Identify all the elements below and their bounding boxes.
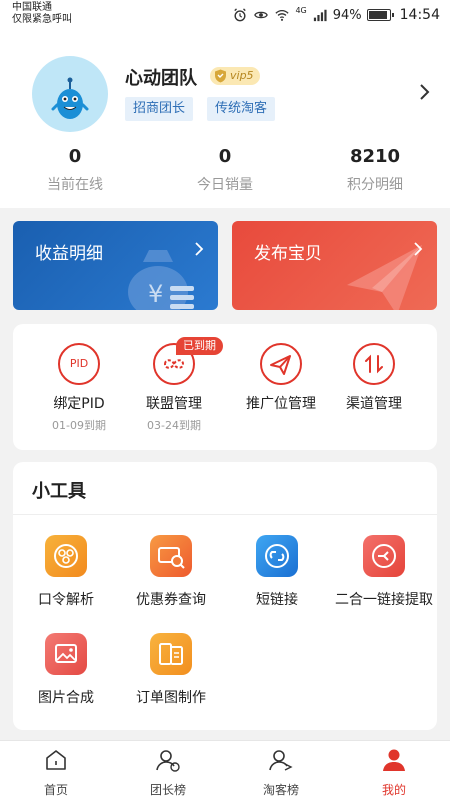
signal-icon: [313, 9, 327, 22]
alliance-manage-label: 联盟管理: [146, 396, 202, 412]
promo-slot-label: 推广位管理: [246, 396, 316, 412]
chevron-right-icon: [195, 242, 204, 256]
promo-slot-button[interactable]: 推广位管理: [231, 343, 331, 413]
battery-percent: 94%: [332, 7, 362, 23]
bind-pid-button[interactable]: PID 绑定PID 01-09到期: [29, 343, 129, 433]
monster-avatar-icon: [51, 77, 89, 119]
svg-text:¥: ¥: [148, 280, 163, 308]
vip-shield-icon: [215, 69, 226, 83]
team-name: 心动团队: [125, 68, 197, 89]
avatar[interactable]: [32, 56, 108, 132]
tool-image-compose[interactable]: 图片合成: [11, 633, 121, 707]
tool-short-link[interactable]: 短链接: [222, 535, 332, 609]
bind-pid-expiry: 01-09到期: [52, 419, 106, 432]
tool-short-link-label: 短链接: [256, 592, 298, 608]
nav-home-label: 首页: [43, 783, 68, 797]
nav-profile[interactable]: 我的: [354, 747, 434, 798]
carrier-name: 中国联通: [12, 2, 52, 13]
nav-taoke-rank-label: 淘客榜: [262, 783, 299, 797]
tool-coupon-search-label: 优惠券查询: [136, 592, 206, 608]
chevron-right-icon: [414, 242, 423, 256]
bottom-nav: 首页 团长榜 淘客榜 我的: [0, 740, 450, 800]
stat-points[interactable]: 8210 积分明细: [315, 146, 435, 194]
pid-icon: PID: [58, 343, 100, 385]
stat-sales-label: 今日销量: [197, 177, 253, 193]
leader-rank-icon: [156, 750, 180, 772]
vip-badge: vip5: [210, 67, 260, 85]
tool-token-parse-label: 口令解析: [38, 592, 94, 608]
stat-sales[interactable]: 0 今日销量: [165, 146, 285, 194]
clock-time: 14:54: [399, 7, 440, 23]
merge-link-icon: [363, 535, 405, 577]
chevron-right-icon[interactable]: [418, 82, 432, 102]
income-banner[interactable]: ¥ 收益明细: [13, 221, 218, 310]
tools-title: 小工具: [32, 481, 86, 502]
image-compose-icon: [45, 633, 87, 675]
tag-leader: 招商团长: [125, 97, 194, 121]
order-image-icon: [150, 633, 192, 675]
publish-banner-title: 发布宝贝: [254, 244, 322, 264]
vip-level: vip5: [230, 69, 254, 82]
bind-pid-label: 绑定PID: [53, 396, 105, 412]
income-banner-title: 收益明细: [35, 244, 103, 264]
alliance-manage-expiry: 03-24到期: [147, 419, 201, 432]
coupon-search-icon: [150, 535, 192, 577]
nav-profile-label: 我的: [381, 783, 406, 797]
tool-order-image[interactable]: 订单图制作: [116, 633, 226, 707]
tool-coupon-search[interactable]: 优惠券查询: [116, 535, 226, 609]
eye-icon: [254, 11, 269, 19]
short-link-icon: [256, 535, 298, 577]
alliance-manage-button[interactable]: 联盟管理 03-24到期: [124, 343, 224, 433]
nav-leader-rank[interactable]: 团长榜: [128, 747, 208, 798]
nav-leader-rank-label: 团长榜: [149, 783, 186, 797]
emergency-text: 仅限紧急呼叫: [12, 14, 72, 25]
carrier-info: 中国联通 仅限紧急呼叫: [12, 2, 72, 26]
publish-banner[interactable]: 发布宝贝: [232, 221, 437, 310]
channel-manage-button[interactable]: 渠道管理: [324, 343, 424, 413]
stat-points-label: 积分明细: [347, 177, 403, 193]
network-type: 4G: [295, 5, 307, 15]
tool-merge-link-label: 二合一链接提取: [335, 592, 433, 608]
stat-online[interactable]: 0 当前在线: [15, 146, 135, 194]
profile-icon: [383, 749, 405, 771]
home-icon: [46, 750, 66, 770]
battery-icon: [366, 9, 394, 21]
tool-image-compose-label: 图片合成: [38, 690, 94, 706]
stat-online-value: 0: [68, 146, 82, 167]
stat-points-value: 8210: [349, 146, 401, 167]
stat-sales-value: 0: [218, 146, 232, 167]
nav-home[interactable]: 首页: [16, 747, 96, 798]
divider: [13, 514, 437, 515]
stat-online-label: 当前在线: [47, 177, 103, 193]
tool-merge-link[interactable]: 二合一链接提取: [329, 535, 439, 609]
alarm-icon: [234, 8, 247, 22]
channel-manage-label: 渠道管理: [346, 396, 402, 412]
wifi-icon: [275, 9, 290, 21]
status-bar: 中国联通 仅限紧急呼叫 4G 94% 14:54: [0, 0, 450, 30]
token-parse-icon: [45, 535, 87, 577]
tool-order-image-label: 订单图制作: [136, 690, 206, 706]
nav-taoke-rank[interactable]: 淘客榜: [241, 747, 321, 798]
taoke-rank-icon: [269, 750, 293, 771]
profile-header[interactable]: 心动团队 vip5 招商团长 传统淘客 0 当前在线 0 今日销量 8210 积…: [0, 30, 450, 208]
tool-token-parse[interactable]: 口令解析: [11, 535, 121, 609]
tag-taoke: 传统淘客: [207, 97, 276, 121]
expired-badge: 已到期: [176, 337, 223, 355]
status-icons: 4G 94% 14:54: [232, 6, 440, 24]
swap-arrows-icon: [353, 343, 395, 385]
paper-plane-icon: [260, 343, 302, 385]
money-bag-icon: ¥: [128, 250, 194, 310]
